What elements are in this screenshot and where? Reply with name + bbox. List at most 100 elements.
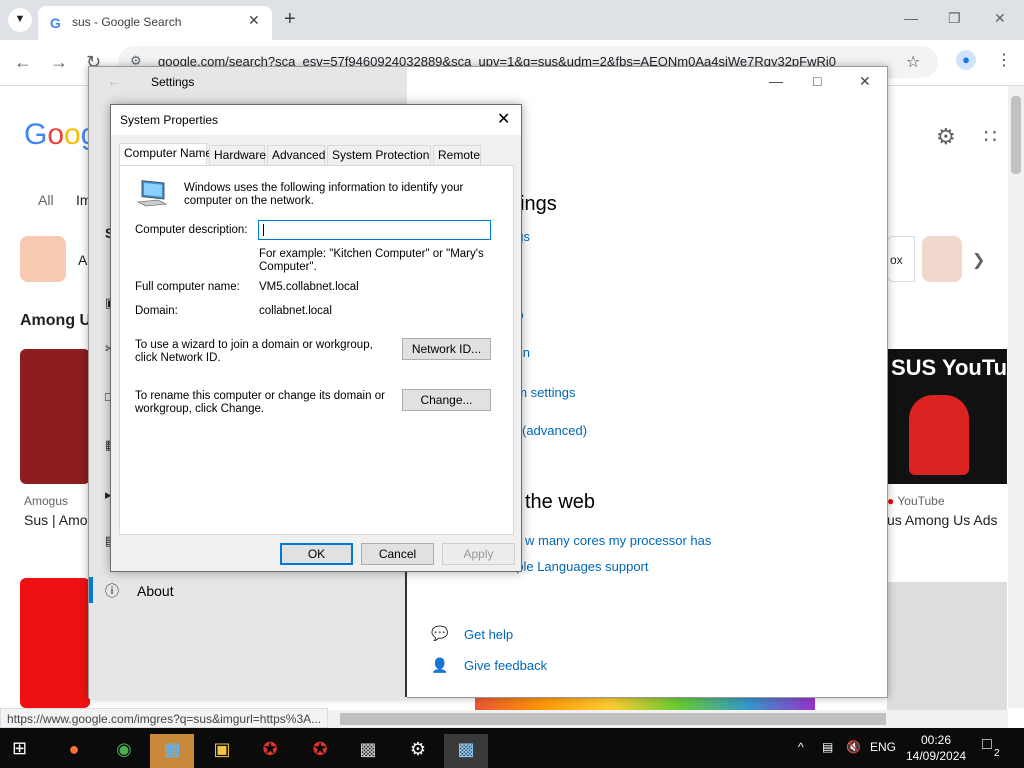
dialog-titlebar[interactable]: System Properties ✕ — [111, 105, 521, 135]
ok-button[interactable]: OK — [280, 543, 353, 565]
network-id-button[interactable]: Network ID... — [402, 338, 491, 360]
get-help-link[interactable]: Get help — [464, 627, 513, 642]
wizard-text: To use a wizard to join a domain or work… — [135, 339, 373, 364]
tab-remote[interactable]: Remote — [433, 145, 481, 165]
system-properties-icon[interactable]: ▩ — [444, 734, 488, 768]
youtube-icon: ● — [887, 494, 895, 508]
nav-item-about[interactable]: About — [137, 583, 174, 599]
cancel-button[interactable]: Cancel — [361, 543, 434, 565]
maximize-icon[interactable]: □ — [813, 73, 821, 89]
google-logo[interactable]: Goog — [24, 118, 97, 152]
give-feedback-link[interactable]: Give feedback — [464, 658, 547, 673]
related-chip-right[interactable]: ox — [887, 236, 915, 282]
settings-title: Settings — [151, 75, 195, 89]
close-window-icon[interactable]: ✕ — [994, 10, 1006, 27]
settings-gear-icon[interactable]: ⚙ — [396, 734, 440, 768]
control-panel-icon[interactable]: ▦ — [150, 734, 194, 768]
tab-computer-name[interactable]: Computer Name — [119, 143, 212, 165]
volume-muted-icon[interactable]: 🔇 — [846, 740, 861, 754]
chevron-up-icon[interactable]: ^ — [798, 740, 804, 754]
browser-tab[interactable]: G sus - Google Search ✕ — [38, 6, 272, 40]
image-result-thumbnail[interactable] — [20, 349, 90, 484]
feedback-icon: 👤 — [431, 657, 449, 673]
back-arrow-icon[interactable]: ← — [14, 52, 32, 73]
change-button[interactable]: Change... — [402, 389, 491, 411]
related-chip-image[interactable] — [922, 236, 962, 282]
image-result-caption[interactable]: Sus | Amo — [24, 512, 88, 528]
restore-icon[interactable]: ❐ — [948, 10, 961, 27]
remote-desktop-icon[interactable]: ▩ — [346, 734, 390, 768]
info-icon: ⓘ — [105, 583, 119, 599]
apps-grid-icon[interactable]: ∷ — [984, 124, 997, 149]
forward-arrow-icon[interactable]: → — [50, 52, 68, 73]
close-window-icon[interactable]: ✕ — [859, 73, 871, 90]
web-help-link[interactable]: w many cores my processor has — [525, 533, 711, 548]
app-icon[interactable]: ✪ — [248, 734, 292, 768]
tab-close-icon[interactable]: ✕ — [248, 12, 260, 29]
help-from-web-heading: the web — [525, 491, 596, 513]
image-result-strip[interactable] — [475, 697, 815, 711]
new-tab-icon[interactable]: + — [284, 8, 296, 31]
close-icon[interactable]: ✕ — [497, 109, 510, 129]
computer-icon — [136, 180, 168, 207]
chevron-right-icon[interactable]: ❯ — [972, 250, 985, 270]
tab-hardware[interactable]: Hardware — [209, 145, 266, 165]
clock-time: 00:26 — [920, 733, 952, 747]
domain-label: Domain: — [135, 305, 178, 317]
notification-count: 2 — [994, 748, 1000, 759]
image-result-thumbnail[interactable] — [20, 578, 90, 708]
selected-indicator — [89, 577, 93, 603]
bookmark-star-icon[interactable]: ☆ — [906, 52, 920, 72]
tab-search-button[interactable]: ▼ — [8, 8, 32, 32]
crewmate-figure — [909, 395, 969, 475]
description-label: Computer description: — [135, 224, 248, 236]
related-chip-image[interactable] — [20, 236, 66, 282]
text-caret — [263, 224, 264, 236]
intro-text: Windows uses the following information t… — [184, 182, 464, 207]
clock-date: 14/09/2024 — [906, 749, 967, 763]
network-icon[interactable]: ▤ — [822, 740, 833, 754]
domain-value: collabnet.local — [259, 305, 332, 317]
chrome-icon[interactable]: ◉ — [102, 734, 146, 768]
image-result-source[interactable]: ● YouTube — [887, 494, 945, 508]
language-indicator[interactable]: ENG — [870, 740, 896, 754]
thumbnail-title: SUS YouTub — [891, 355, 1021, 380]
rename-text: To rename this computer or change its do… — [135, 390, 385, 415]
back-arrow-icon[interactable]: ← — [107, 73, 121, 89]
settings-gear-icon[interactable]: ⚙ — [936, 124, 956, 150]
web-help-link[interactable]: uple Languages support — [509, 559, 649, 574]
link-status-bubble: https://www.google.com/imgres?q=sus&imgu… — [0, 708, 329, 728]
notifications-icon[interactable]: □ — [982, 736, 992, 754]
image-result-thumbnail[interactable]: SUS YouTub — [887, 349, 1021, 484]
google-favicon-icon: G — [50, 15, 61, 31]
browser-menu-icon[interactable]: ⋮ — [996, 50, 1012, 70]
full-name-label: Full computer name: — [135, 281, 240, 293]
minimize-icon[interactable]: — — [904, 10, 918, 26]
browser-tab-strip: ▼ G sus - Google Search ✕ + — ❐ ✕ — [0, 0, 1024, 40]
related-chip-label[interactable]: A — [78, 252, 87, 268]
computer-description-input[interactable] — [258, 220, 491, 240]
example-text: For example: "Kitchen Computer" or "Mary… — [259, 248, 484, 273]
image-result-caption[interactable]: us Among Us Ads — [887, 512, 998, 528]
image-result-thumbnail[interactable] — [887, 582, 1007, 712]
dialog-title: System Properties — [120, 113, 219, 127]
tab-advanced[interactable]: Advanced — [267, 145, 325, 165]
image-result-source-label: YouTube — [897, 494, 945, 508]
app-icon[interactable]: ✪ — [298, 734, 342, 768]
profile-avatar-icon[interactable]: ● — [956, 50, 976, 70]
windows-start-icon[interactable]: ⊞ — [12, 738, 27, 759]
vertical-scrollbar[interactable] — [1008, 86, 1024, 708]
full-name-value: VM5.collabnet.local — [259, 281, 359, 293]
firefox-icon[interactable]: ● — [52, 734, 96, 768]
vertical-scroll-thumb[interactable] — [1011, 96, 1021, 174]
clock[interactable]: 00:26 14/09/2024 — [906, 732, 966, 764]
minimize-icon[interactable]: — — [769, 73, 783, 89]
get-help-icon: 💬 — [431, 625, 449, 641]
tab-system-protection[interactable]: System Protection — [327, 145, 431, 165]
horizontal-scroll-thumb[interactable] — [340, 713, 886, 725]
search-tab-all[interactable]: All — [38, 192, 54, 208]
tab-title: sus - Google Search — [72, 15, 182, 29]
image-result-source[interactable]: Amogus — [24, 494, 68, 508]
file-explorer-icon[interactable]: ▣ — [200, 734, 244, 768]
apply-button[interactable]: Apply — [442, 543, 515, 565]
